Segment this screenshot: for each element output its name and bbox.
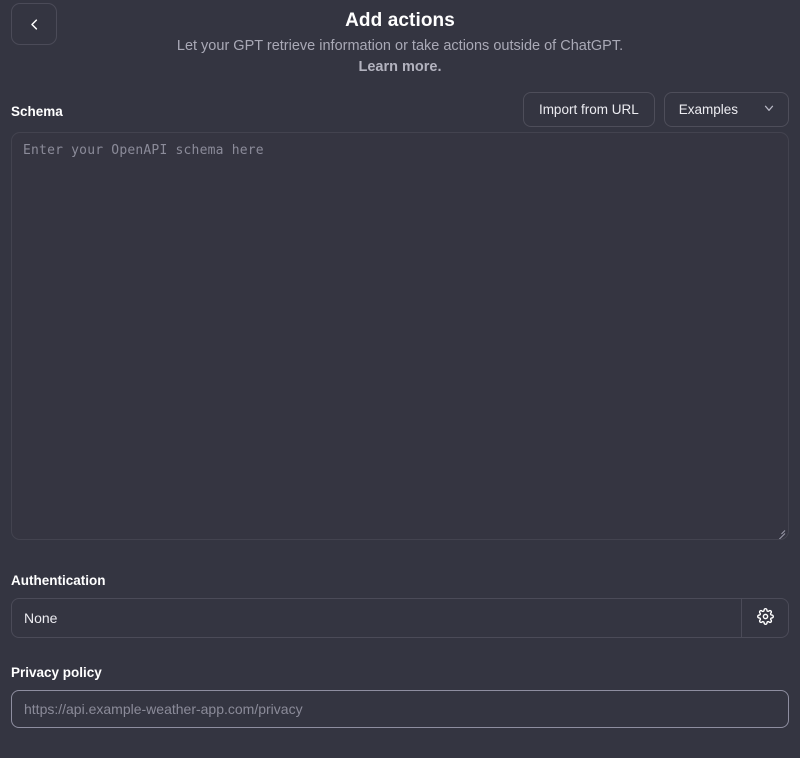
- resize-grip-icon[interactable]: [773, 524, 786, 537]
- schema-label: Schema: [11, 104, 63, 119]
- authentication-field-group: None: [11, 598, 789, 638]
- schema-header-row: Schema Import from URL Examples: [11, 92, 789, 132]
- examples-dropdown-label: Examples: [679, 102, 738, 117]
- page-subtitle: Let your GPT retrieve information or tak…: [0, 35, 800, 57]
- privacy-policy-section: Privacy policy: [11, 665, 789, 728]
- back-button[interactable]: [11, 3, 57, 45]
- authentication-section: Authentication None: [11, 573, 789, 638]
- chevron-down-icon: [762, 101, 776, 118]
- learn-more-link[interactable]: Learn more.: [359, 57, 442, 78]
- header-text-block: Add actions Let your GPT retrieve inform…: [0, 0, 800, 78]
- page-header: Add actions Let your GPT retrieve inform…: [0, 0, 800, 92]
- import-from-url-button[interactable]: Import from URL: [523, 92, 655, 127]
- authentication-settings-button[interactable]: [741, 599, 788, 637]
- privacy-policy-input[interactable]: [11, 690, 789, 728]
- authentication-label: Authentication: [11, 573, 789, 588]
- schema-placeholder: Enter your OpenAPI schema here: [23, 143, 264, 158]
- authentication-value[interactable]: None: [12, 599, 741, 637]
- gear-icon: [757, 608, 774, 628]
- privacy-policy-label: Privacy policy: [11, 665, 789, 680]
- add-actions-page: Add actions Let your GPT retrieve inform…: [0, 0, 800, 758]
- examples-dropdown[interactable]: Examples: [664, 92, 789, 127]
- page-title: Add actions: [0, 8, 800, 34]
- schema-actions: Import from URL Examples: [523, 92, 789, 127]
- schema-textarea[interactable]: Enter your OpenAPI schema here: [11, 132, 789, 540]
- chevron-left-icon: [27, 17, 42, 32]
